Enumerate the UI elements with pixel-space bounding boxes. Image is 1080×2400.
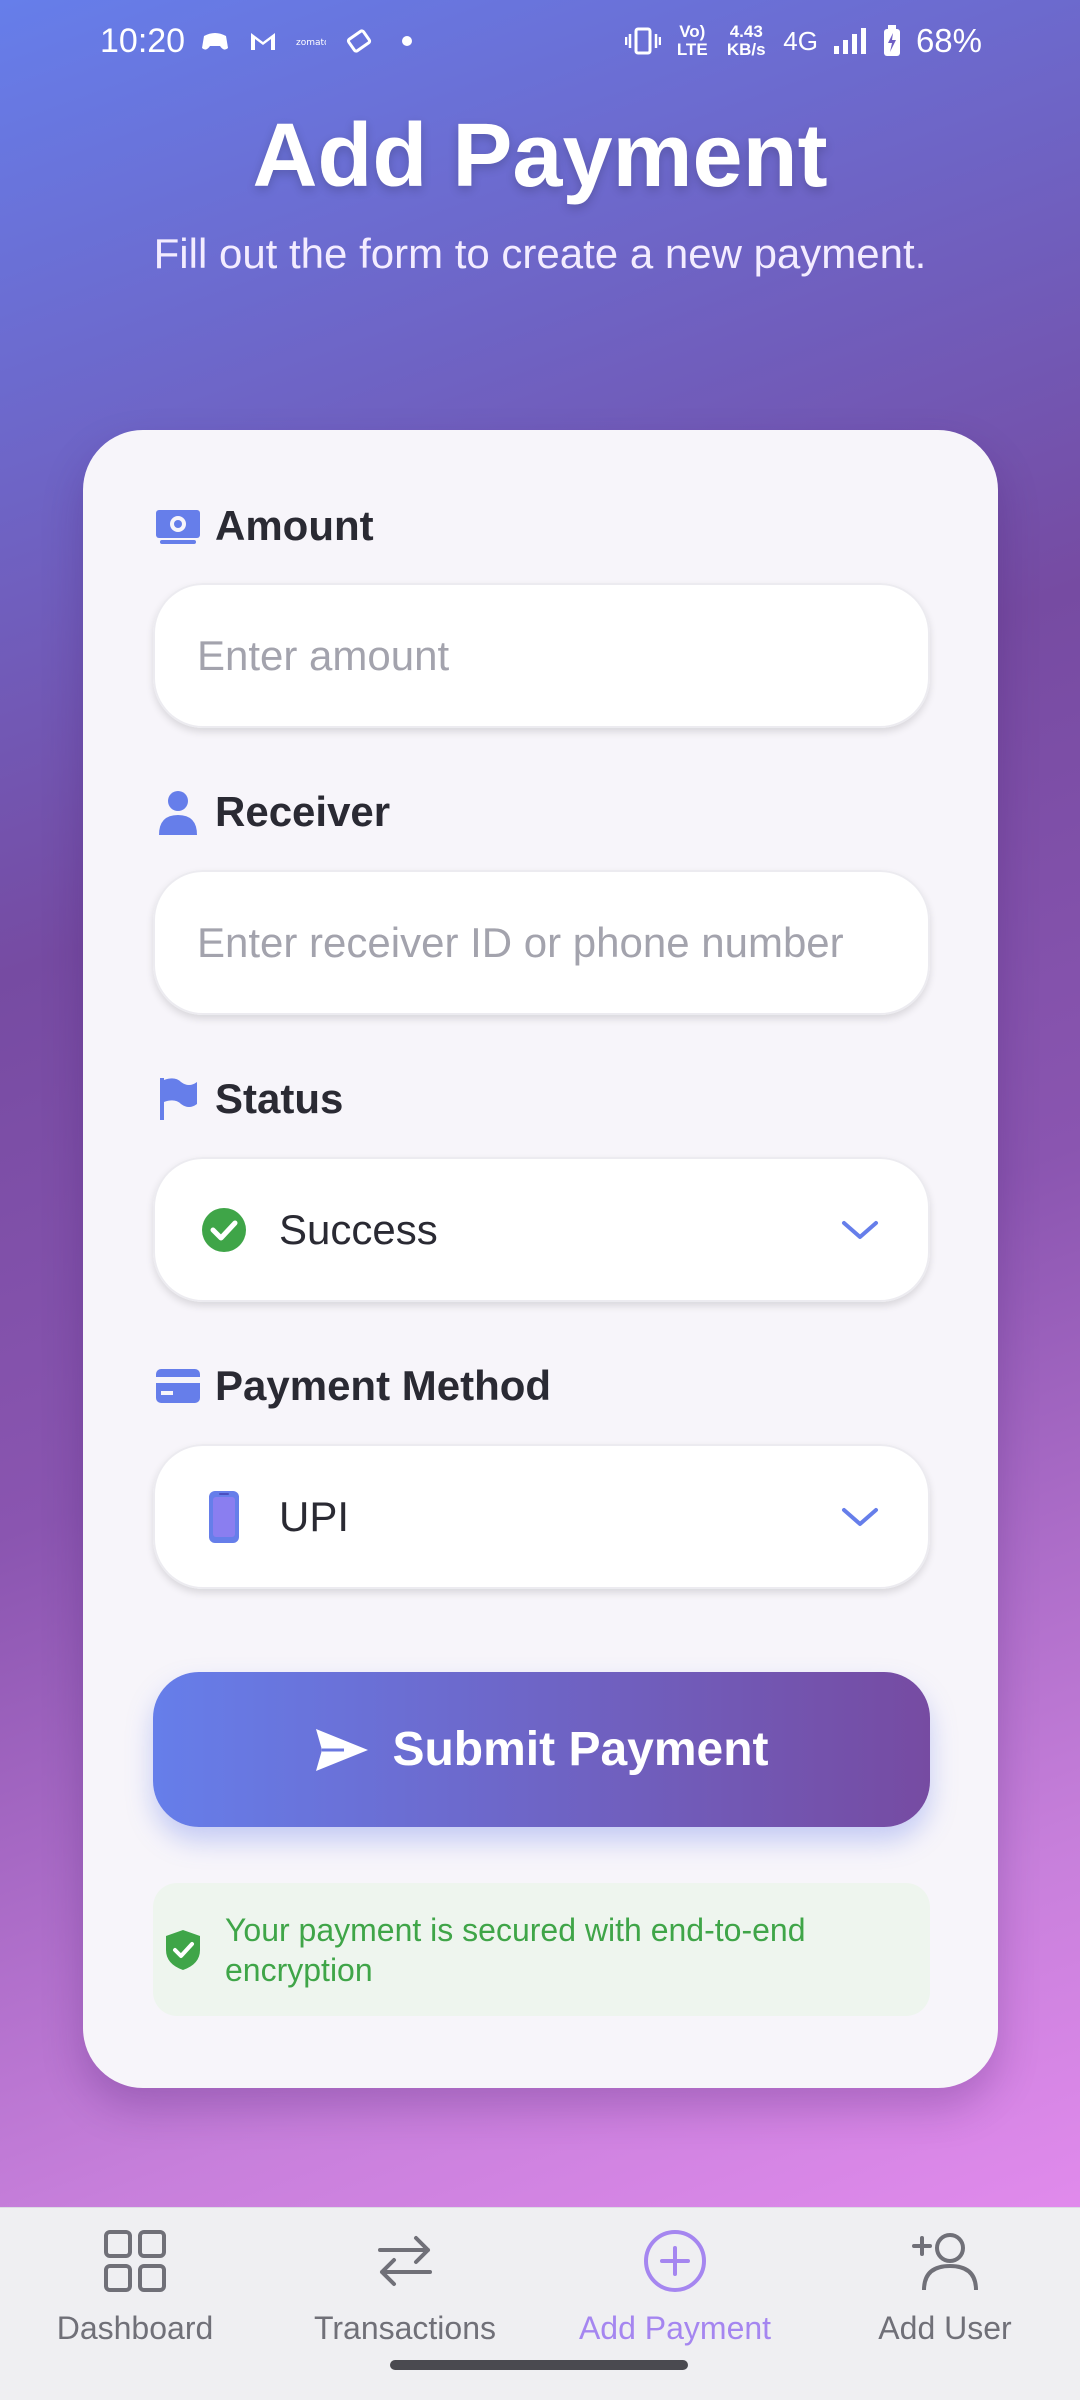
submit-payment-button[interactable]: Submit Payment — [153, 1672, 930, 1827]
amount-label: Amount — [153, 502, 374, 550]
add-user-icon — [912, 2233, 978, 2291]
security-note-text: Your payment is secured with end-to-end … — [225, 1911, 806, 1988]
amount-label-text: Amount — [215, 502, 374, 549]
person-icon — [153, 789, 203, 835]
notification-icons: zomato — [200, 26, 422, 56]
nav-transactions[interactable]: Transactions — [270, 2226, 540, 2347]
nav-add-user[interactable]: Add User — [810, 2226, 1080, 2347]
payment-method-label: Payment Method — [153, 1362, 551, 1410]
nav-add-payment-label: Add Payment — [578, 2310, 772, 2346]
plus-circle-icon — [644, 2230, 706, 2292]
status-label-text: Status — [215, 1075, 344, 1122]
battery-level: 68% — [915, 22, 982, 59]
receiver-label: Receiver — [153, 788, 390, 836]
home-indicator[interactable] — [390, 2360, 688, 2370]
status-select[interactable]: Success — [153, 1157, 930, 1302]
payment-form-card: Amount Enter amount Receiver Enter recei… — [83, 430, 998, 2088]
system-icons: Vo) LTE 4.43 KB/s 4G 68% — [625, 22, 982, 60]
ticket-icon — [346, 29, 372, 53]
flag-icon — [153, 1076, 203, 1122]
status-time: 10:20 — [100, 22, 186, 60]
signal-icon — [833, 28, 866, 54]
receiver-label-text: Receiver — [215, 788, 391, 835]
security-note: Your payment is secured with end-to-end … — [153, 1883, 930, 2016]
nav-add-user-label: Add User — [878, 2310, 1012, 2346]
money-icon — [153, 503, 203, 549]
check-circle-icon — [199, 1205, 249, 1255]
submit-payment-label: Submit Payment — [392, 1723, 769, 1776]
payment-method-selected-value: UPI — [279, 1492, 350, 1540]
payment-method-select[interactable]: UPI — [153, 1444, 930, 1589]
svg-text:zomato: zomato — [296, 38, 326, 48]
chevron-down-icon[interactable] — [840, 1215, 880, 1245]
dot-icon — [402, 36, 412, 46]
send-icon — [316, 1728, 369, 1771]
card-icon — [153, 1363, 203, 1409]
bottom-navigation: Dashboard Transactions Add Payment Add U… — [0, 2207, 1080, 2400]
payment-method-label-text: Payment Method — [215, 1362, 552, 1409]
status-label: Status — [153, 1075, 343, 1123]
phone-icon — [199, 1490, 249, 1543]
nav-dashboard[interactable]: Dashboard — [0, 2226, 270, 2347]
shield-check-icon — [166, 1929, 200, 1970]
nav-add-payment[interactable]: Add Payment — [540, 2226, 810, 2347]
gmail-icon — [251, 33, 275, 50]
volte-label: Vo) LTE — [676, 22, 708, 59]
battery-icon — [883, 25, 900, 56]
status-bar: 10:20 zomato Vo) LTE 4.43 KB/s 4G 68% — [0, 0, 1080, 90]
game-controller-icon — [202, 33, 228, 50]
chevron-down-icon[interactable] — [840, 1502, 880, 1532]
nav-transactions-label: Transactions — [314, 2310, 496, 2346]
swap-icon — [378, 2236, 432, 2286]
network-type: 4G — [783, 25, 818, 56]
nav-dashboard-label: Dashboard — [56, 2310, 214, 2346]
status-selected-value: Success — [279, 1205, 438, 1253]
network-speed: 4.43 KB/s — [726, 22, 766, 59]
page-title: Add Payment — [252, 106, 828, 206]
zomato-icon: zomato — [296, 38, 326, 48]
amount-input[interactable]: Enter amount — [153, 583, 930, 728]
page-subtitle: Fill out the form to create a new paymen… — [153, 230, 927, 277]
receiver-input[interactable]: Enter receiver ID or phone number — [153, 870, 930, 1015]
grid-icon — [104, 2230, 166, 2292]
vibrate-icon — [625, 27, 662, 55]
